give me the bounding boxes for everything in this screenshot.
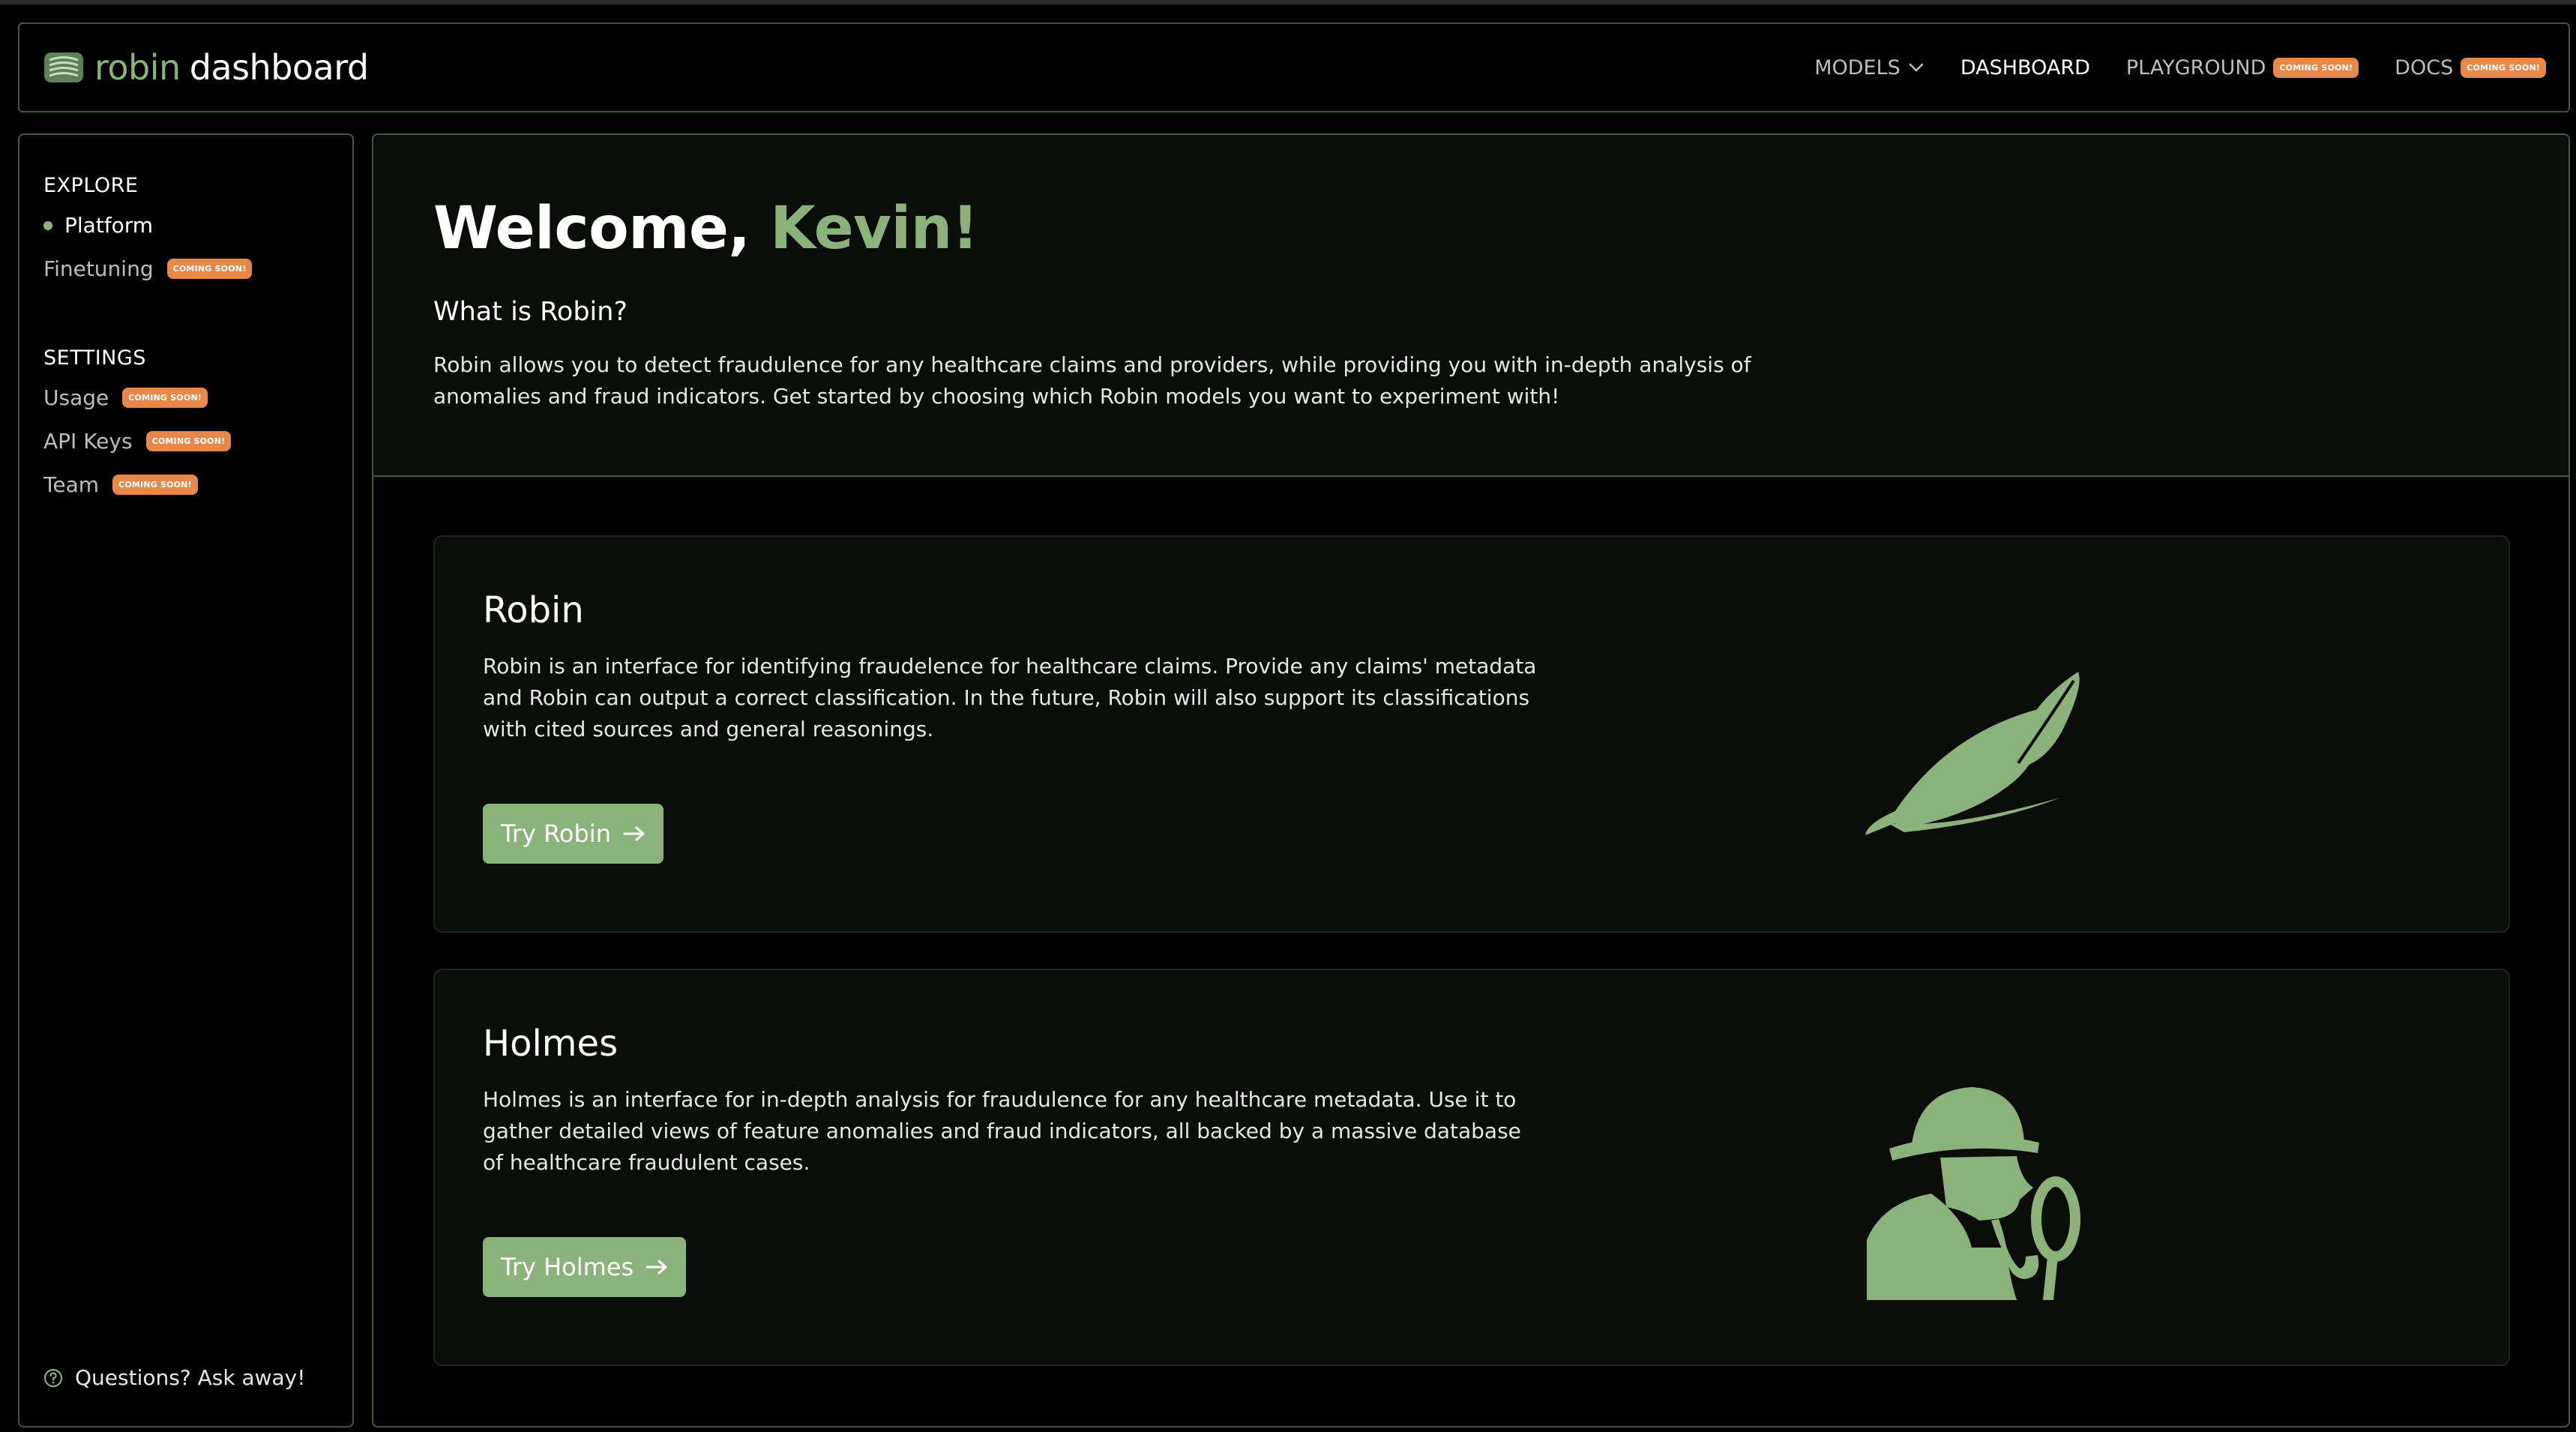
coming-soon-badge: COMING SOON! (112, 475, 198, 495)
detective-magnifier-icon (1867, 1087, 2080, 1300)
active-indicator-dot (43, 220, 52, 230)
button-label: Try Robin (501, 819, 611, 848)
coming-soon-badge: COMING SOON! (122, 388, 208, 408)
brand-name-robin: robin (94, 47, 181, 88)
nav-dashboard[interactable]: DASHBOARD (1960, 56, 2090, 79)
sidebar-item-label: Platform (64, 213, 154, 238)
sidebar-item-label: API Keys (43, 429, 133, 454)
welcome-user-name: Kevin! (770, 195, 978, 262)
brand-logo[interactable]: robin dashboard (43, 47, 369, 88)
model-card-holmes: Holmes Holmes is an interface for in-dep… (433, 969, 2510, 1366)
page-title: Welcome, Kevin! (433, 195, 978, 262)
coming-soon-badge: COMING SOON! (2273, 57, 2359, 78)
top-navbar: robin dashboard MODELS DASHBOARD PLAYGROU… (18, 22, 2570, 112)
intro-paragraph: Robin allows you to detect fraudulence f… (433, 352, 1751, 409)
brand-name-dashboard: dashboard (189, 47, 369, 88)
window-top-strip (0, 0, 2576, 4)
nav-playground-label: PLAYGROUND (2125, 55, 2266, 79)
sidebar-heading-settings: SETTINGS (43, 346, 146, 370)
nav-models-label: MODELS (1814, 55, 1901, 79)
sidebar: EXPLORE Platform Finetuning COMING SOON!… (18, 133, 354, 1428)
sidebar-item-platform[interactable]: Platform (43, 213, 153, 238)
feathered-hat-icon (1865, 672, 2080, 835)
button-label: Try Holmes (501, 1253, 634, 1281)
try-holmes-button[interactable]: Try Holmes (483, 1237, 687, 1297)
nav-docs-label: DOCS (2395, 55, 2454, 79)
robin-logo-icon (44, 52, 83, 82)
sidebar-item-team[interactable]: Team COMING SOON! (43, 472, 198, 497)
nav-dashboard-label: DASHBOARD (1960, 55, 2090, 79)
nav-playground[interactable]: PLAYGROUND COMING SOON! (2126, 56, 2359, 79)
question-circle-icon (43, 1368, 63, 1387)
card-description: Holmes is an interface for in-depth anal… (483, 1087, 1521, 1175)
sidebar-heading-explore: EXPLORE (43, 174, 139, 197)
coming-soon-badge: COMING SOON! (145, 431, 232, 451)
main-content: Welcome, Kevin! What is Robin? Robin all… (372, 133, 2570, 1428)
sidebar-item-label: Finetuning (43, 256, 154, 281)
arrow-right-icon (645, 1260, 667, 1275)
nav-docs[interactable]: DOCS COMING SOON! (2395, 56, 2546, 79)
section-subheading: What is Robin? (433, 297, 628, 327)
arrow-right-icon (623, 826, 645, 841)
coming-soon-badge: COMING SOON! (166, 259, 253, 279)
card-title: Holmes (483, 1023, 619, 1065)
sidebar-item-label: Usage (43, 385, 109, 410)
chevron-down-icon (1909, 63, 1924, 72)
sidebar-item-usage[interactable]: Usage COMING SOON! (43, 385, 208, 410)
sidebar-item-label: Team (43, 472, 100, 497)
sidebar-item-finetuning[interactable]: Finetuning COMING SOON! (43, 256, 253, 281)
card-description: Robin is an interface for identifying fr… (483, 654, 1537, 741)
help-link[interactable]: Questions? Ask away! (43, 1365, 305, 1390)
coming-soon-badge: COMING SOON! (2461, 57, 2546, 78)
help-label: Questions? Ask away! (75, 1365, 306, 1390)
welcome-prefix: Welcome, (433, 195, 771, 262)
try-robin-button[interactable]: Try Robin (483, 804, 663, 864)
model-card-robin: Robin Robin is an interface for identify… (433, 535, 2510, 933)
nav-models-dropdown[interactable]: MODELS (1814, 56, 1925, 79)
sidebar-item-api-keys[interactable]: API Keys COMING SOON! (43, 429, 232, 454)
top-nav: MODELS DASHBOARD PLAYGROUND COMING SOON!… (1778, 24, 2546, 111)
card-title: Robin (483, 589, 584, 631)
welcome-panel: Welcome, Kevin! What is Robin? Robin all… (373, 135, 2569, 477)
